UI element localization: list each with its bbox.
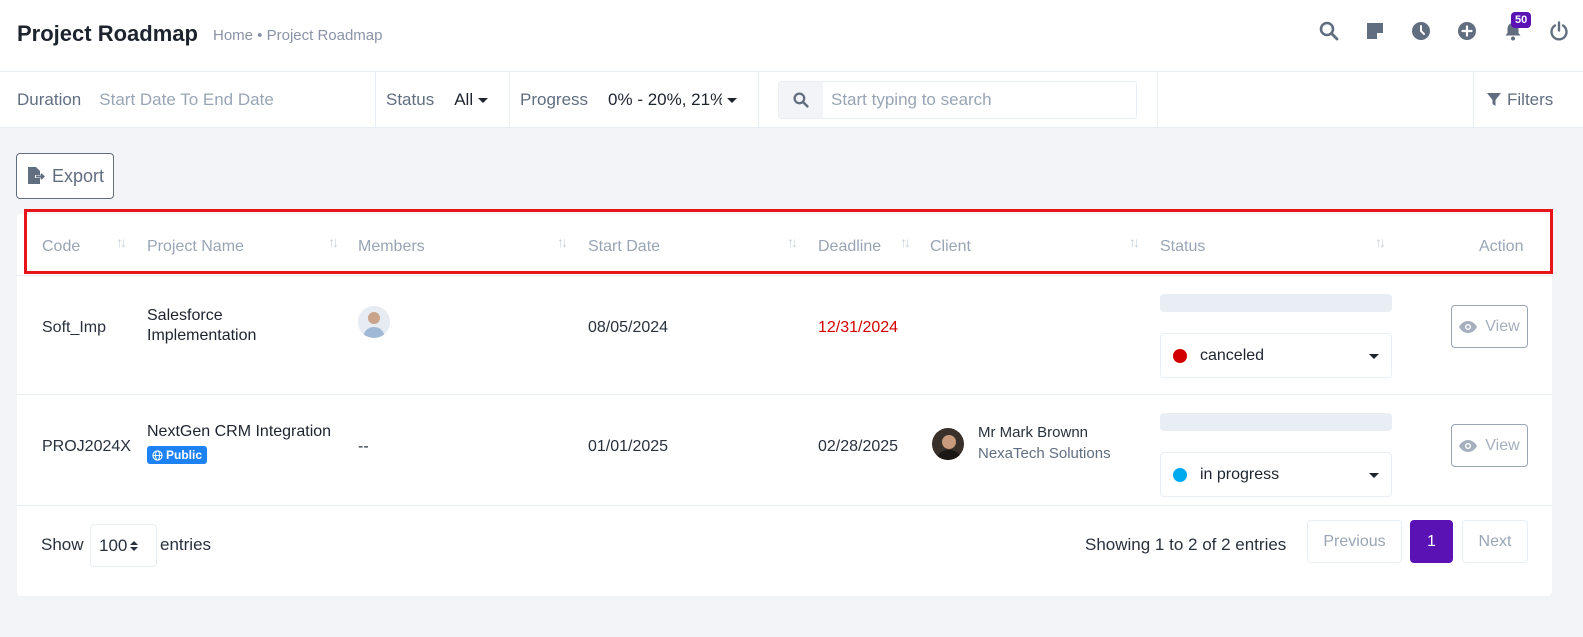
export-button[interactable]: Export <box>16 153 114 199</box>
member-avatar[interactable] <box>358 306 390 338</box>
previous-page-button[interactable]: Previous <box>1307 520 1402 563</box>
entries-value: 100 <box>99 535 128 555</box>
column-header-start-date[interactable]: Start Date <box>588 238 660 256</box>
view-label: View <box>1485 436 1520 454</box>
caret-down-icon <box>1369 473 1379 478</box>
deadline-date: 12/31/2024 <box>818 319 899 336</box>
search-box <box>778 81 1137 119</box>
column-header-client[interactable]: Client <box>930 238 971 256</box>
status-dot-icon <box>1173 348 1187 363</box>
search-input[interactable] <box>823 90 1123 110</box>
eye-icon <box>1459 320 1478 333</box>
project-code: PROJ2024X <box>42 438 131 455</box>
page-title: Project Roadmap <box>17 21 198 46</box>
caret-down-icon <box>727 97 738 103</box>
project-name-line1[interactable]: Salesforce <box>147 306 256 326</box>
column-header-project-name[interactable]: Project Name <box>147 238 244 256</box>
entries-per-page-select[interactable]: 100 <box>90 524 157 567</box>
notification-count-badge: 50 <box>1511 12 1532 28</box>
status-filter-value: All <box>454 90 474 109</box>
table-header: Code ↑↓ Project Name ↑↓ Members ↑↓ Start… <box>17 214 1552 276</box>
column-header-code[interactable]: Code <box>42 238 80 256</box>
plus-circle-icon[interactable] <box>1457 21 1477 41</box>
filters-label: Filters <box>1507 90 1554 109</box>
date-range-input[interactable]: Start Date To End Date <box>99 90 274 110</box>
column-header-members[interactable]: Members <box>358 238 425 256</box>
sort-icon[interactable]: ↑↓ <box>900 234 911 250</box>
sort-icon[interactable]: ↑↓ <box>116 234 127 250</box>
start-date: 01/01/2025 <box>588 438 669 455</box>
deadline-date: 02/28/2025 <box>818 438 899 455</box>
status-select[interactable]: in progress <box>1160 452 1392 497</box>
progress-bar <box>1160 413 1392 431</box>
public-badge: Public <box>147 446 208 464</box>
duration-filter[interactable]: Duration Start Date To End Date <box>0 72 376 128</box>
project-name[interactable]: NextGen CRM Integration Public <box>147 422 331 466</box>
clock-icon[interactable] <box>1411 21 1431 41</box>
top-header: Project Roadmap Home • Project Roadmap 5… <box>0 0 1583 72</box>
progress-filter-value[interactable]: 0% - 20%, 21% <box>608 90 722 110</box>
column-header-action: Action <box>1479 238 1524 255</box>
client-avatar[interactable] <box>932 428 964 460</box>
page-1-button[interactable]: 1 <box>1410 520 1453 563</box>
caret-down-icon <box>1369 354 1379 359</box>
progress-bar <box>1160 294 1392 312</box>
project-code: Soft_Imp <box>42 319 107 336</box>
sort-icon[interactable]: ↑↓ <box>1375 234 1386 250</box>
filter-bar: Duration Start Date To End Date Status A… <box>0 72 1583 128</box>
column-header-status[interactable]: Status <box>1160 238 1205 256</box>
status-filter-label: Status <box>386 90 435 109</box>
filters-button[interactable]: Filters <box>1473 72 1583 128</box>
status-dot-icon <box>1173 467 1187 482</box>
caret-down-icon <box>478 97 489 103</box>
status-filter[interactable]: Status All <box>376 72 510 128</box>
project-name-line1[interactable]: NextGen CRM Integration <box>147 422 331 442</box>
table-row: Soft_Imp Salesforce Implementation 08/05… <box>17 276 1552 395</box>
sort-icon[interactable]: ↑↓ <box>787 234 798 250</box>
breadcrumb[interactable]: Home • Project Roadmap <box>213 27 383 44</box>
eye-icon <box>1459 439 1478 452</box>
bell-icon[interactable]: 50 <box>1503 12 1532 41</box>
client-company: NexaTech Solutions <box>978 445 1111 462</box>
globe-icon <box>152 449 163 461</box>
column-header-deadline[interactable]: Deadline <box>818 238 881 256</box>
view-label: View <box>1485 317 1520 335</box>
filter-icon <box>1487 93 1501 106</box>
members-empty: -- <box>358 438 369 455</box>
project-name-line2[interactable]: Implementation <box>147 326 256 346</box>
status-select[interactable]: canceled <box>1160 333 1392 378</box>
sort-icon[interactable]: ↑↓ <box>328 234 339 250</box>
next-page-button[interactable]: Next <box>1462 520 1528 563</box>
header-actions: 50 <box>1319 12 1569 41</box>
sort-icon[interactable]: ↑↓ <box>1129 234 1140 250</box>
search-icon <box>779 82 823 118</box>
status-filter-select[interactable]: All <box>454 90 489 110</box>
power-icon[interactable] <box>1549 21 1569 41</box>
table-row: PROJ2024X NextGen CRM Integration Public… <box>17 388 1552 506</box>
progress-filter-label: Progress <box>520 90 589 109</box>
search-cell <box>759 72 1158 128</box>
public-badge-label: Public <box>166 448 203 462</box>
status-value: canceled <box>1200 346 1265 364</box>
entries-label: entries <box>160 535 212 554</box>
file-export-icon <box>27 167 45 184</box>
view-button[interactable]: View <box>1451 305 1528 348</box>
project-name[interactable]: Salesforce Implementation <box>147 306 256 346</box>
pagination-summary: Showing 1 to 2 of 2 entries <box>1085 535 1287 554</box>
sort-arrows-icon <box>130 540 139 551</box>
progress-filter[interactable]: Progress 0% - 20%, 21% <box>510 72 759 128</box>
projects-table-card: Code ↑↓ Project Name ↑↓ Members ↑↓ Start… <box>17 214 1552 596</box>
status-value: in progress <box>1200 465 1280 483</box>
start-date: 08/05/2024 <box>588 319 669 336</box>
search-icon[interactable] <box>1319 21 1339 41</box>
client-info[interactable]: Mr Mark Brownn NexaTech Solutions <box>978 424 1111 462</box>
duration-label: Duration <box>17 90 82 109</box>
export-label: Export <box>51 165 105 186</box>
sort-icon[interactable]: ↑↓ <box>557 234 568 250</box>
show-label: Show <box>41 535 84 554</box>
client-name[interactable]: Mr Mark Brownn <box>978 424 1111 441</box>
view-button[interactable]: View <box>1451 424 1528 467</box>
sticky-note-icon[interactable] <box>1365 21 1385 41</box>
